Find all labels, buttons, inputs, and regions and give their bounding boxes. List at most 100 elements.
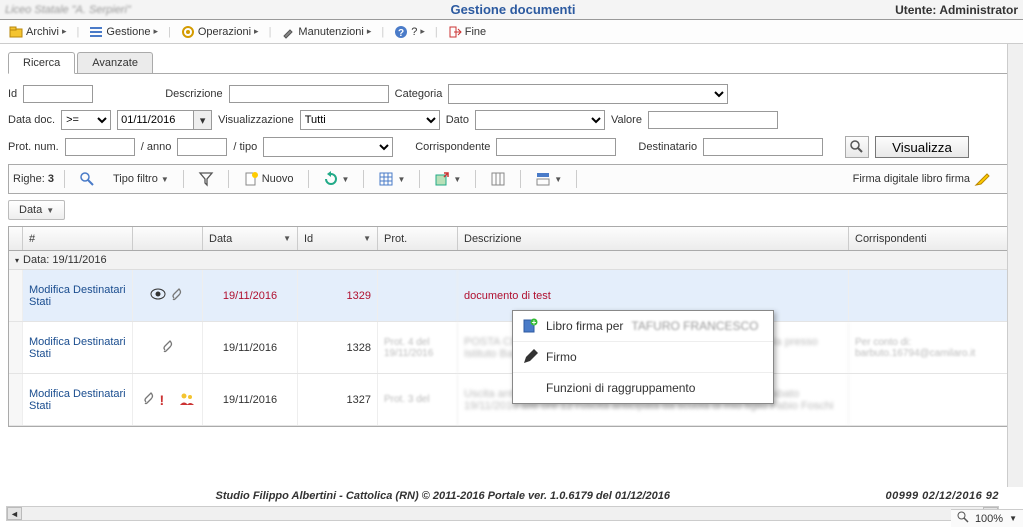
ctx-libro-firma[interactable]: + Libro firma per TAFURO FRANCESCO: [513, 311, 773, 342]
tipo-select[interactable]: [263, 137, 393, 157]
dest-label: Destinatario: [638, 141, 697, 153]
vis-select[interactable]: Tutti: [300, 110, 440, 130]
tab-avanzate[interactable]: Avanzate: [77, 52, 153, 73]
toolbar: Righe: 3 Tipo filtro▼ Nuovo ▼ ▼ ▼ ▼ Firm…: [8, 164, 1015, 194]
pen-icon: [974, 171, 990, 187]
vertical-scrollbar[interactable]: [1007, 44, 1023, 487]
id-label: Id: [8, 88, 17, 100]
row-modifica-link[interactable]: Modifica Destinatari Stati: [23, 270, 133, 321]
menu-manutenzioni-label: Manutenzioni: [298, 26, 363, 38]
cell-prot: Prot. 3 del: [378, 374, 458, 425]
row-modifica-link[interactable]: Modifica Destinatari Stati: [23, 374, 133, 425]
pen-icon: [522, 349, 538, 365]
menu-separator: |: [168, 26, 171, 38]
operator-select[interactable]: >=: [61, 110, 111, 130]
row-expand[interactable]: [9, 322, 23, 373]
col-descrizione[interactable]: Descrizione: [458, 227, 849, 250]
tb-filter[interactable]: [194, 169, 218, 189]
tb-layout[interactable]: ▼: [531, 169, 566, 189]
footer-right: 00999 02/12/2016 92: [886, 490, 1000, 502]
col-id[interactable]: Id▼: [298, 227, 378, 250]
prot-num-input[interactable]: [65, 138, 135, 156]
cell-id: 1329: [298, 270, 378, 321]
group-label: Data: 19/11/2016: [23, 254, 107, 266]
group-row[interactable]: ▾ Data: 19/11/2016: [9, 251, 1014, 270]
ctx-firmo[interactable]: Firmo: [513, 342, 773, 373]
tb-export[interactable]: ▼: [430, 169, 465, 189]
menu-help-label: ?: [411, 26, 417, 38]
chevron-right-icon: ▸: [420, 26, 425, 37]
id-input[interactable]: [23, 85, 93, 103]
form-row-3: Prot. num. / anno / tipo Corrispondente …: [8, 136, 1015, 158]
col-actions[interactable]: [133, 227, 203, 250]
chevron-down-icon: ▼: [342, 175, 350, 184]
menu-operazioni-label: Operazioni: [198, 26, 251, 38]
chevron-right-icon: ▸: [62, 26, 67, 37]
chevron-right-icon: ▸: [153, 26, 158, 37]
date-picker-btn[interactable]: ▾: [193, 111, 211, 129]
tb-nuovo-label: Nuovo: [262, 173, 294, 185]
menu-separator: |: [435, 26, 438, 38]
col-data[interactable]: Data▼: [203, 227, 298, 250]
menu-gestione[interactable]: Gestione ▸: [83, 23, 164, 41]
ctx-libro-firma-user: TAFURO FRANCESCO: [631, 319, 758, 333]
new-icon: [243, 171, 259, 187]
search-button[interactable]: [845, 136, 869, 158]
columns-icon: [490, 171, 506, 187]
attachment-icon[interactable]: [141, 392, 157, 408]
tb-zoom[interactable]: [75, 169, 99, 189]
ctx-funzioni[interactable]: Funzioni di raggruppamento: [513, 373, 773, 403]
tb-refresh[interactable]: ▼: [319, 169, 354, 189]
anno-input[interactable]: [177, 138, 227, 156]
zoom-dropdown[interactable]: ▼: [1009, 514, 1017, 523]
menu-archivi[interactable]: Archivi ▸: [3, 23, 73, 41]
zoom-icon[interactable]: [957, 511, 969, 526]
users-icon[interactable]: [179, 392, 195, 408]
tb-grid[interactable]: ▼: [374, 169, 409, 189]
cell-data: 19/11/2016: [203, 322, 298, 373]
prot-num-label: Prot. num.: [8, 141, 59, 153]
magnifier-icon: [850, 140, 864, 154]
chevron-down-icon: ▼: [397, 175, 405, 184]
valore-input[interactable]: [648, 111, 778, 129]
col-corrispondenti[interactable]: Corrispondenti: [849, 227, 1014, 250]
date-input[interactable]: [118, 111, 193, 129]
cell-prot: [378, 270, 458, 321]
row-expand[interactable]: [9, 374, 23, 425]
tb-tipo-filtro[interactable]: Tipo filtro▼: [109, 171, 173, 187]
row-expand[interactable]: [9, 270, 23, 321]
help-icon: ?: [394, 25, 408, 39]
tb-nuovo[interactable]: Nuovo: [239, 169, 298, 189]
collapse-icon[interactable]: ▾: [15, 256, 19, 265]
corr-input[interactable]: [496, 138, 616, 156]
attachment-icon[interactable]: [169, 288, 185, 304]
row-modifica-link[interactable]: Modifica Destinatari Stati: [23, 322, 133, 373]
col-prot[interactable]: Prot.: [378, 227, 458, 250]
warning-icon[interactable]: !: [160, 392, 176, 408]
menu-manutenzioni[interactable]: Manutenzioni ▸: [275, 23, 377, 41]
eye-icon[interactable]: [150, 288, 166, 304]
menu-archivi-label: Archivi: [26, 26, 59, 38]
attachment-icon[interactable]: [160, 340, 176, 356]
svg-text:+: +: [532, 318, 537, 327]
visualizza-button[interactable]: Visualizza: [875, 136, 969, 158]
vis-label: Visualizzazione: [218, 114, 294, 126]
valore-label: Valore: [611, 114, 642, 126]
categoria-label: Categoria: [395, 88, 443, 100]
menu-operazioni[interactable]: Operazioni ▸: [175, 23, 265, 41]
dest-input[interactable]: [703, 138, 823, 156]
tab-ricerca[interactable]: Ricerca: [8, 52, 75, 74]
dato-select[interactable]: [475, 110, 605, 130]
scroll-left-button[interactable]: ◄: [7, 507, 22, 520]
horizontal-scrollbar[interactable]: ◄ ►: [6, 506, 999, 521]
menu-help[interactable]: ? ? ▸: [388, 23, 431, 41]
categoria-select[interactable]: [448, 84, 728, 104]
data-group-button[interactable]: Data ▼: [8, 200, 65, 220]
menu-fine[interactable]: Fine: [442, 23, 492, 41]
col-expand[interactable]: [9, 227, 23, 250]
tb-columns[interactable]: [486, 169, 510, 189]
col-hash[interactable]: #: [23, 227, 133, 250]
tb-firma-digitale[interactable]: Firma digitale libro firma: [853, 171, 990, 187]
status-bar: 100% ▼: [951, 509, 1023, 527]
descrizione-input[interactable]: [229, 85, 389, 103]
